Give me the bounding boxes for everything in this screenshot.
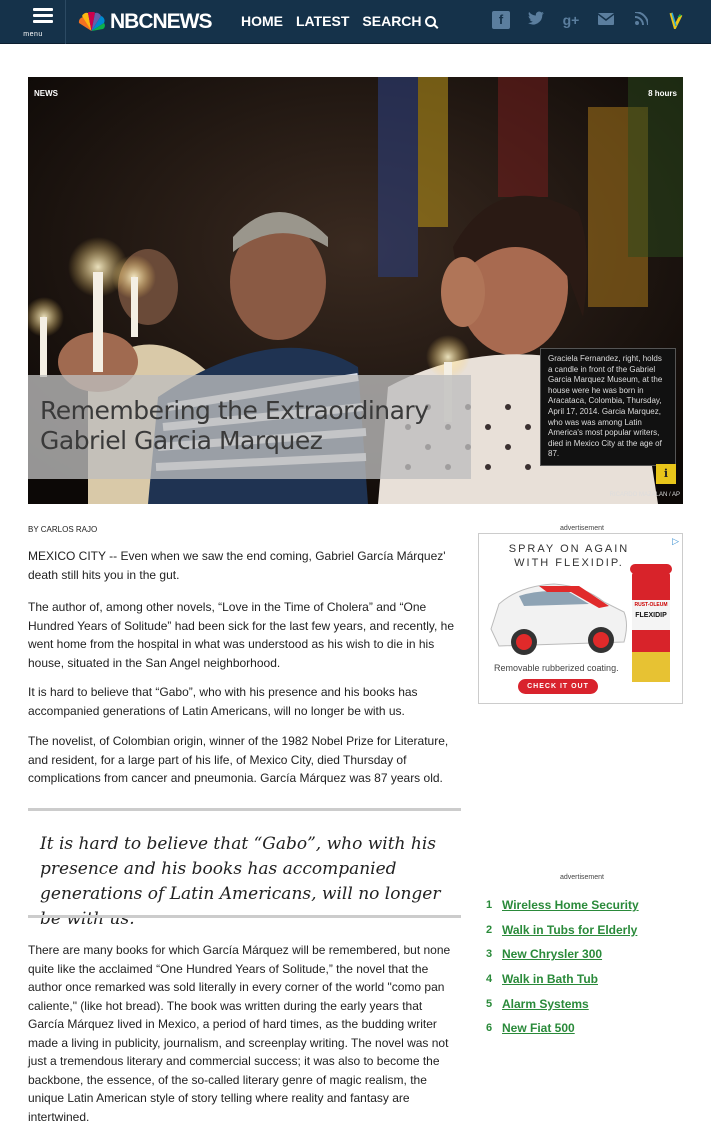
top-navigation-bar: menu NBCNEWS HOME LATEST SEARCH f g+ — [0, 0, 711, 44]
check-it-out-button[interactable]: CHECK IT OUT — [518, 679, 598, 694]
nav-home[interactable]: HOME — [241, 13, 283, 29]
link-number: 3 — [486, 948, 493, 961]
social-links: f g+ — [492, 11, 702, 32]
ad-label: advertisement — [560, 525, 604, 532]
ad-label: advertisement — [560, 874, 604, 881]
byline: BY CARLOS RAJO — [28, 525, 98, 534]
paragraph: The author of, among other novels, “Love… — [28, 600, 455, 670]
timestamp: 8 hours — [648, 89, 677, 98]
menu-button[interactable]: menu — [0, 0, 66, 44]
flexidip-ad[interactable]: ▷ SPRAY ON AGAIN WITH FLEXIDIP. RUST-OLE… — [478, 533, 683, 704]
link-number: 1 — [486, 899, 493, 912]
nav-search-label: SEARCH — [362, 13, 422, 29]
hero-image[interactable]: NEWS 8 hours Remembering the Extraordina… — [28, 77, 683, 504]
email-icon[interactable] — [597, 11, 615, 29]
logo-text: NBCNEWS — [110, 10, 212, 33]
main-nav: HOME LATEST SEARCH — [241, 13, 449, 29]
photo-caption: Graciela Fernandez, right, holds a candl… — [540, 348, 676, 466]
can-product: FLEXIDIP — [635, 612, 667, 619]
paragraph: There are many books for which García Má… — [28, 943, 451, 1124]
paragraph: The novelist, of Colombian origin, winne… — [28, 734, 449, 785]
list-item: 2 Walk in Tubs for Elderly — [486, 918, 639, 943]
ad-subtext: Removable rubberized coating. — [494, 663, 619, 673]
can-brand: RUST-OLEUM — [634, 602, 668, 608]
link-number: 2 — [486, 923, 493, 936]
link-number: 6 — [486, 1022, 493, 1035]
paragraph: MEXICO CITY -- Even when we saw the end … — [28, 549, 446, 582]
vine-icon[interactable] — [667, 11, 685, 32]
headline-line-1: Remembering the Extraordinary — [40, 396, 429, 425]
sponsored-link[interactable]: Wireless Home Security — [502, 898, 639, 912]
list-item: 3 New Chrysler 300 — [486, 942, 639, 967]
divider — [28, 915, 461, 918]
list-item: 1 Wireless Home Security — [486, 893, 639, 918]
menu-label: menu — [23, 31, 43, 38]
paragraph: It is hard to believe that “Gabo”, who w… — [28, 685, 418, 718]
info-icon[interactable]: i — [656, 464, 676, 484]
headline: Remembering the Extraordinary Gabriel Gar… — [40, 396, 429, 456]
search-icon — [424, 16, 436, 27]
google-plus-icon[interactable]: g+ — [562, 11, 580, 29]
facebook-icon[interactable]: f — [492, 11, 510, 29]
list-item: 5 Alarm Systems — [486, 991, 639, 1016]
link-number: 5 — [486, 997, 493, 1010]
sponsored-link[interactable]: Walk in Bath Tub — [502, 972, 598, 986]
sponsored-link[interactable]: New Chrysler 300 — [502, 947, 602, 961]
link-number: 4 — [486, 973, 493, 986]
peacock-icon — [78, 12, 105, 32]
twitter-icon[interactable] — [527, 11, 545, 29]
list-item: 6 New Fiat 500 — [486, 1016, 639, 1041]
nav-latest[interactable]: LATEST — [296, 13, 349, 29]
headline-line-2: Gabriel Garcia Marquez — [40, 426, 323, 455]
sponsored-link[interactable]: Alarm Systems — [502, 997, 589, 1011]
headline-box: Remembering the Extraordinary Gabriel Gar… — [28, 375, 471, 479]
hamburger-icon — [33, 8, 53, 26]
rss-icon[interactable] — [632, 11, 650, 29]
photo-credit: RICARDO MAZALAN / AP — [609, 492, 680, 498]
divider — [28, 808, 461, 811]
nbc-news-logo[interactable]: NBCNEWS — [76, 10, 212, 34]
section-tag[interactable]: NEWS — [34, 89, 58, 98]
sponsored-link[interactable]: Walk in Tubs for Elderly — [502, 923, 637, 937]
list-item: 4 Walk in Bath Tub — [486, 967, 639, 992]
sponsored-link[interactable]: New Fiat 500 — [502, 1021, 575, 1035]
nav-search[interactable]: SEARCH — [362, 13, 436, 29]
sponsored-links: 1 Wireless Home Security 2 Walk in Tubs fo… — [486, 893, 639, 1041]
